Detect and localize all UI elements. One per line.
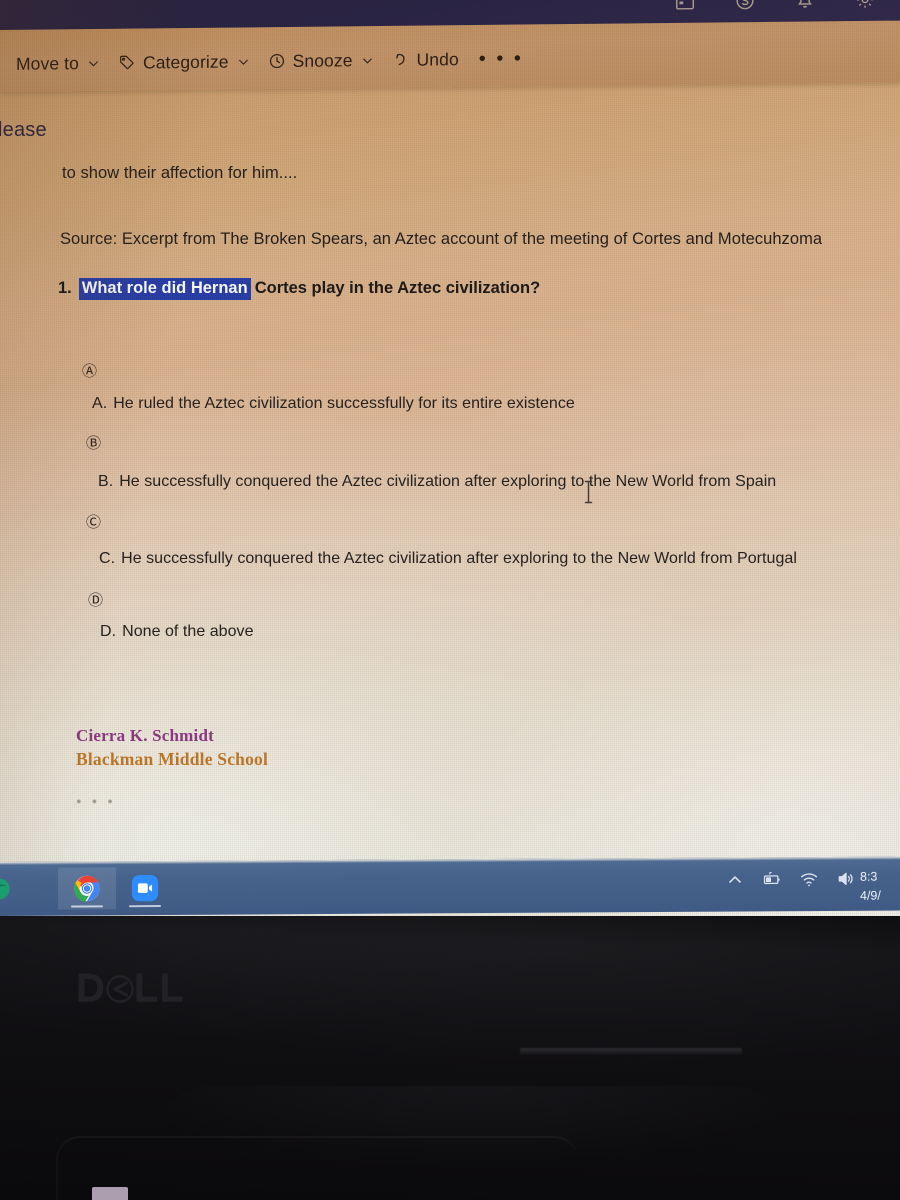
text-cursor-ibeam — [583, 479, 594, 505]
header-icon-group — [674, 0, 876, 13]
option-bubble-d[interactable]: Ⓓ — [88, 589, 103, 610]
dell-logo-left: D — [76, 966, 106, 1010]
question-1: 1. What role did Hernan Cortes play in t… — [58, 278, 540, 300]
laptop-screen: Move to Categorize Snooze Undo • • • lea… — [0, 0, 900, 918]
option-d: D. None of the above — [100, 623, 254, 641]
laptop-photo: Move to Categorize Snooze Undo • • • lea… — [0, 0, 900, 1200]
tag-icon — [118, 54, 136, 72]
dell-e-icon — [105, 974, 135, 1004]
option-b: B. He successfully conquered the Aztec ci… — [98, 473, 776, 491]
taskbar-clock[interactable]: 8:3 4/9/ — [860, 868, 900, 907]
clock-icon — [268, 52, 286, 70]
email-message-body: lease to show their affection for him...… — [0, 92, 900, 862]
source-citation: Source: Excerpt from The Broken Spears, … — [60, 230, 823, 248]
option-a-letter: A. — [92, 395, 108, 412]
speaker-icon[interactable] — [836, 869, 856, 889]
battery-icon[interactable] — [762, 869, 782, 889]
skype-icon[interactable] — [734, 0, 756, 12]
question-text-remainder: Cortes play in the Aztec civilization? — [254, 279, 541, 297]
laptop-hinge-strip — [520, 1048, 742, 1055]
taskbar-app-zoom[interactable] — [116, 867, 174, 909]
undo-button[interactable]: Undo — [384, 46, 469, 74]
snooze-label: Snooze — [292, 49, 353, 71]
edge-icon — [0, 876, 12, 902]
option-bubble-b[interactable]: Ⓑ — [86, 432, 101, 453]
signature-ellipsis: • • • — [76, 793, 116, 811]
dell-brand-logo: D LL — [76, 966, 185, 1011]
option-c-letter: C. — [99, 550, 116, 567]
clock-time: 8:3 — [860, 869, 878, 884]
calendar-icon[interactable] — [674, 0, 696, 13]
option-a-text: He ruled the Aztec civilization successf… — [113, 395, 575, 412]
more-commands-button[interactable]: • • • — [469, 48, 534, 70]
taskbar-app-chrome[interactable] — [58, 867, 116, 910]
settings-gear-icon[interactable] — [854, 0, 876, 11]
move-to-label: Move to — [16, 52, 79, 74]
taskbar-app-edge[interactable] — [0, 868, 58, 910]
system-tray — [725, 869, 856, 890]
categorize-label: Categorize — [142, 51, 229, 73]
categorize-button[interactable]: Categorize — [110, 48, 260, 77]
notifications-bell-icon[interactable] — [794, 0, 816, 11]
question-number: 1. — [58, 279, 72, 297]
email-signature: Cierra K. Schmidt Blackman Middle School… — [76, 724, 268, 814]
undo-arrow-icon — [392, 51, 410, 69]
option-c: C. He successfully conquered the Aztec ci… — [99, 550, 797, 568]
signature-school: Blackman Middle School — [76, 749, 269, 770]
option-d-letter: D. — [100, 623, 117, 640]
chevron-down-icon — [237, 55, 250, 68]
option-b-letter: B. — [98, 473, 114, 490]
signature-name: Cierra K. Schmidt — [76, 726, 214, 745]
taskbar-active-indicator — [71, 904, 103, 908]
chevron-down-icon — [361, 54, 374, 67]
clock-date: 4/9/ — [860, 888, 881, 904]
chevron-up-icon[interactable] — [725, 869, 745, 889]
option-b-text: He successfully conquered the Aztec civi… — [119, 473, 777, 490]
chevron-down-icon — [87, 56, 100, 69]
greeting-fragment: lease — [0, 119, 47, 141]
move-to-button[interactable]: Move to — [8, 49, 110, 77]
wifi-icon[interactable] — [799, 869, 819, 889]
option-c-text: He successfully conquered the Aztec civi… — [121, 550, 797, 567]
excerpt-tail-text: to show their affection for him.... — [62, 164, 298, 182]
keyboard-key-highlight — [92, 1187, 128, 1200]
option-a: A. He ruled the Aztec civilization succes… — [92, 395, 575, 413]
dell-logo-right: LL — [133, 966, 185, 1010]
zoom-icon — [130, 873, 160, 903]
chrome-icon — [72, 873, 102, 903]
keyboard-deck-shadow — [150, 1086, 790, 1200]
taskbar-active-indicator — [129, 904, 161, 908]
option-bubble-c[interactable]: Ⓒ — [86, 511, 101, 532]
outlook-command-bar: Move to Categorize Snooze Undo • • • — [0, 20, 900, 93]
option-bubble-a[interactable]: Ⓐ — [82, 360, 97, 381]
taskbar-app-group — [0, 867, 174, 910]
snooze-button[interactable]: Snooze — [260, 46, 384, 74]
undo-label: Undo — [416, 48, 459, 70]
selected-text-highlight[interactable]: What role did Hernan — [78, 278, 251, 300]
option-d-text: None of the above — [122, 623, 254, 640]
windows-taskbar: 8:3 4/9/ — [0, 856, 900, 916]
